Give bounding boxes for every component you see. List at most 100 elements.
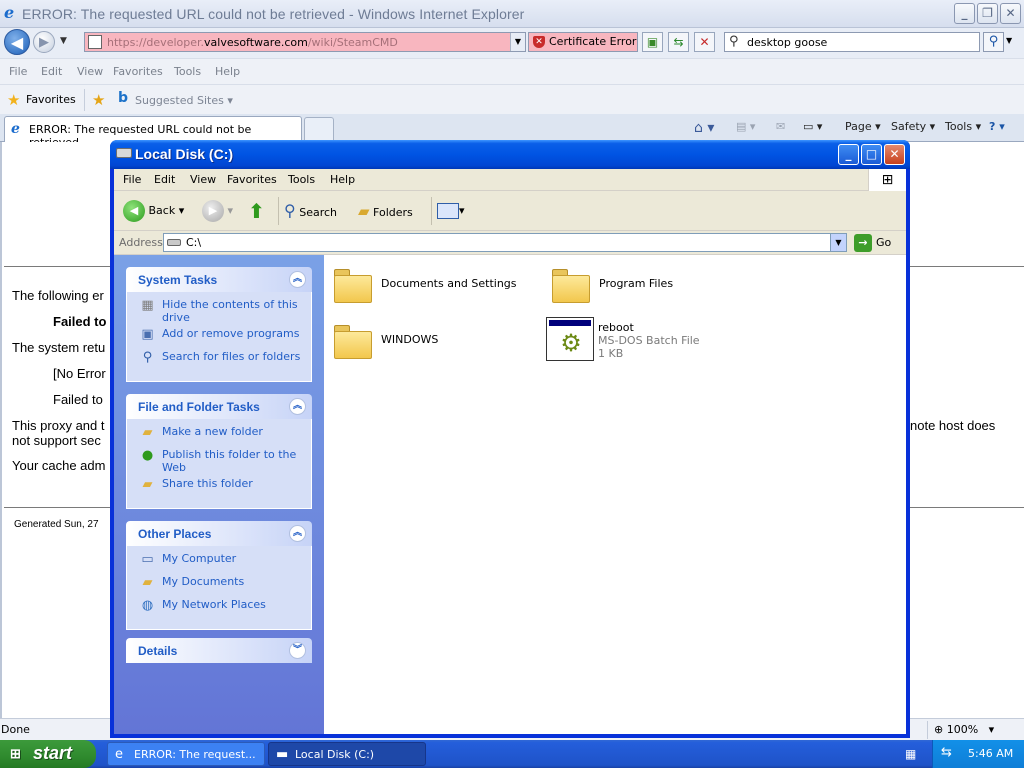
file-item-program-files[interactable]: Program Files [551,267,711,307]
search-input[interactable]: desktop goose [747,36,827,49]
back-button[interactable]: ◀ Back ▾ [123,199,184,223]
home-icon[interactable]: ⌂ ▾ [694,120,714,136]
back-button[interactable]: ◀ [4,29,30,55]
collapse-icon[interactable]: ︽ [289,525,306,542]
bing-icon: b [118,90,129,106]
network-tray-icon[interactable]: ⇆ [941,745,952,760]
task-hide-contents[interactable]: ▦ Hide the contents of this drive [127,298,311,324]
search-box[interactable]: ⚲ desktop goose [724,32,980,52]
minimize-button[interactable]: _ [838,144,859,165]
menu-tools[interactable]: Tools [174,65,201,78]
clock[interactable]: 5:46 AM [968,747,1013,760]
menu-favorites[interactable]: Favorites [227,173,277,186]
task-make-new-folder[interactable]: ▰ Make a new folder [127,425,311,445]
address-value: C:\ [186,236,202,249]
safety-menu[interactable]: Safety ▾ [891,120,935,133]
search-button[interactable]: ⚲ Search [284,199,337,223]
details-header[interactable]: Details ︾ [126,638,312,663]
add-to-favorites-icon[interactable]: ★ [92,91,105,109]
error-text-6a: This proxy and t [12,418,105,433]
feeds-icon[interactable]: ▤ ▾ [736,120,755,133]
place-my-computer[interactable]: ▭ My Computer [127,552,311,572]
menu-help[interactable]: Help [330,173,355,186]
search-options-dropdown[interactable]: ▼ [1006,36,1012,45]
maximize-button[interactable]: ❐ [977,3,998,24]
tools-menu[interactable]: Tools ▾ [945,120,981,133]
menu-file[interactable]: File [123,173,141,186]
tab-strip: e ERROR: The requested URL could not be … [0,114,1024,149]
taskbar-button-ie[interactable]: e ERROR: The request... [107,742,265,766]
file-list: Documents and Settings Program Files WIN… [324,255,906,734]
taskbar: ⊞ start e ERROR: The request... ▬ Local … [0,740,1024,768]
forward-button[interactable]: ▶ [33,31,55,53]
close-button[interactable]: ✕ [1000,3,1021,24]
favorites-bar: ★ Favorites ★ b Suggested Sites ▾ [0,84,1024,114]
file-item-documents-and-settings[interactable]: Documents and Settings [333,267,533,307]
start-button[interactable]: ⊞ start [0,740,96,768]
expand-icon[interactable]: ︾ [289,642,306,659]
menu-edit[interactable]: Edit [154,173,175,186]
menu-view[interactable]: View [190,173,216,186]
zoom-level[interactable]: ⊕ 100% ▾ [934,723,994,736]
views-button[interactable]: ▾ [437,199,465,223]
menu-edit[interactable]: Edit [41,65,62,78]
help-icon[interactable]: ? ▾ [989,120,1005,133]
read-mail-icon[interactable]: ✉ [776,120,785,133]
system-tasks-header[interactable]: System Tasks ︽ [126,267,312,292]
file-name: Program Files [599,277,674,290]
windows-flag-icon: ⊞ [868,169,906,191]
stop-button[interactable]: ✕ [694,32,715,52]
place-my-network[interactable]: ◍ My Network Places [127,598,311,618]
forward-button[interactable]: ▶ ▾ [202,199,233,223]
ie-title-bar[interactable]: e ERROR: The requested URL could not be … [0,0,1024,28]
menu-tools[interactable]: Tools [288,173,315,186]
suggested-sites-button[interactable]: Suggested Sites ▾ [135,94,233,107]
minimize-button[interactable]: _ [954,3,975,24]
close-button[interactable]: ✕ [884,144,905,165]
menu-view[interactable]: View [77,65,103,78]
error-text-2: Failed to [53,314,107,329]
folders-button[interactable]: ▰ Folders [358,199,413,223]
file-item-windows[interactable]: WINDOWS [333,323,493,363]
favorites-button[interactable]: Favorites [26,93,76,106]
folders-icon: ▰ [358,202,370,220]
menu-file[interactable]: File [9,65,27,78]
recent-pages-dropdown[interactable]: ▼ [60,36,67,46]
task-add-remove-programs[interactable]: ▣ Add or remove programs [127,327,311,347]
maximize-button[interactable]: □ [861,144,882,165]
collapse-icon[interactable]: ︽ [289,271,306,288]
search-button[interactable]: ⚲ [983,32,1004,52]
up-folder-button[interactable]: ⬆ [248,199,265,223]
task-publish-web[interactable]: ● Publish this folder to the Web [127,448,311,474]
new-tab-button[interactable] [304,117,334,141]
folder-icon [333,323,373,359]
address-input[interactable]: C:\ ▼ [163,233,847,252]
address-dropdown[interactable]: ▼ [830,234,846,251]
tab-error-page[interactable]: e ERROR: The requested URL could not be … [4,116,302,149]
task-share-folder[interactable]: ▰ Share this folder [127,477,311,497]
explorer-address-bar: Address C:\ ▼ → Go [114,231,906,255]
address-bar[interactable]: https://developer.valvesoftware.com/wiki… [84,32,526,52]
divider [927,721,928,739]
keyboard-icon[interactable]: ▦ [905,747,916,761]
certificate-error-button[interactable]: ✕ Certificate Error [528,32,638,52]
print-icon[interactable]: ▭ ▾ [803,120,822,133]
file-item-reboot[interactable]: ⚙ reboot MS-DOS Batch File 1 KB [546,317,726,365]
taskbar-button-local-disk[interactable]: ▬ Local Disk (C:) [268,742,426,766]
menu-help[interactable]: Help [215,65,240,78]
go-button[interactable]: → Go [854,233,891,253]
page-menu[interactable]: Page ▾ [845,120,881,133]
refresh-button[interactable]: ⇆ [668,32,689,52]
menu-favorites[interactable]: Favorites [113,65,163,78]
address-dropdown[interactable]: ▼ [510,33,525,51]
task-search-files[interactable]: ⚲ Search for files or folders [127,350,311,370]
explorer-title-bar[interactable]: Local Disk (C:) _ □ ✕ [110,140,910,169]
collapse-icon[interactable]: ︽ [289,398,306,415]
compatibility-view-button[interactable]: ▣ [642,32,663,52]
file-folder-tasks-header[interactable]: File and Folder Tasks ︽ [126,394,312,419]
address-url[interactable]: https://developer.valvesoftware.com/wiki… [107,36,398,49]
place-my-documents[interactable]: ▰ My Documents [127,575,311,595]
file-name: WINDOWS [381,333,439,346]
other-places-header[interactable]: Other Places ︽ [126,521,312,546]
search-icon: ⚲ [284,201,296,220]
